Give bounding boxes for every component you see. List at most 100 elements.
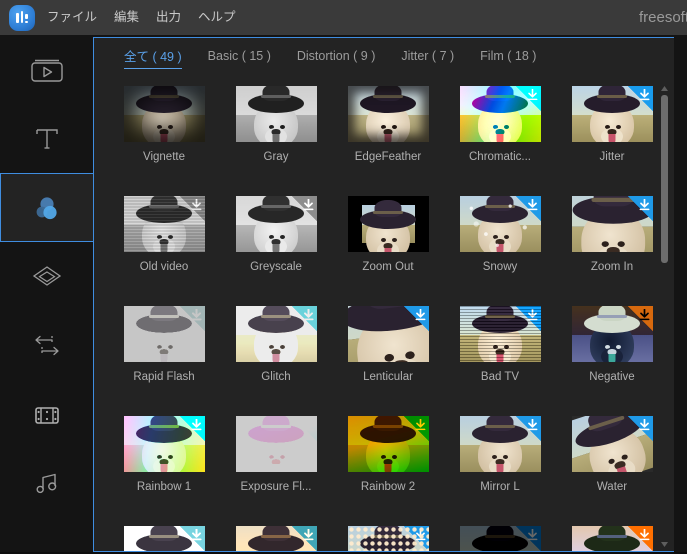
scrollbar-track[interactable] bbox=[661, 95, 668, 538]
effect-item[interactable]: Rainbow 1 bbox=[108, 411, 220, 521]
download-arrow-icon[interactable] bbox=[179, 306, 205, 331]
effect-label: Water bbox=[596, 481, 628, 493]
effect-item[interactable]: Water bbox=[556, 411, 655, 521]
download-arrow-icon[interactable] bbox=[291, 306, 317, 331]
download-arrow-icon[interactable] bbox=[291, 416, 317, 441]
sidebar-item-elements[interactable] bbox=[0, 380, 93, 449]
effect-item[interactable]: Rapid Flash bbox=[108, 301, 220, 411]
effect-item[interactable] bbox=[444, 521, 556, 551]
menu-help[interactable]: ヘルプ bbox=[198, 0, 236, 35]
effect-item[interactable] bbox=[556, 521, 655, 551]
effects-scrollbar[interactable] bbox=[656, 82, 673, 551]
effect-item[interactable]: Zoom In bbox=[556, 191, 655, 301]
download-arrow-icon[interactable] bbox=[515, 416, 541, 441]
effect-thumbnail[interactable] bbox=[235, 86, 317, 142]
effect-thumbnail[interactable] bbox=[347, 86, 429, 142]
effect-thumbnail[interactable] bbox=[123, 416, 205, 472]
tab-jitter[interactable]: Jitter ( 7 ) bbox=[401, 49, 454, 66]
effect-thumbnail[interactable] bbox=[347, 526, 429, 551]
effect-thumbnail[interactable] bbox=[235, 306, 317, 362]
effect-item[interactable]: Rainbow 2 bbox=[332, 411, 444, 521]
download-arrow-icon[interactable] bbox=[179, 526, 205, 551]
effect-item[interactable] bbox=[220, 521, 332, 551]
layers-diamond-icon bbox=[32, 265, 61, 286]
effect-item[interactable]: Bad TV bbox=[444, 301, 556, 411]
effect-thumbnail[interactable] bbox=[459, 416, 541, 472]
effect-thumbnail[interactable] bbox=[347, 196, 429, 252]
download-arrow-icon[interactable] bbox=[291, 196, 317, 221]
left-sidebar bbox=[0, 35, 93, 554]
download-arrow-icon[interactable] bbox=[403, 526, 429, 551]
sidebar-item-effects[interactable] bbox=[0, 173, 93, 242]
effect-thumbnail[interactable] bbox=[347, 416, 429, 472]
brand-watermark: freesoft bbox=[638, 9, 687, 26]
download-arrow-icon[interactable] bbox=[515, 526, 541, 551]
sidebar-item-transitions[interactable] bbox=[0, 242, 93, 311]
sidebar-item-split[interactable] bbox=[0, 311, 93, 380]
effect-item[interactable]: Greyscale bbox=[220, 191, 332, 301]
effect-thumbnail[interactable] bbox=[123, 86, 205, 142]
effect-item[interactable]: Exposure Fl... bbox=[220, 411, 332, 521]
download-arrow-icon[interactable] bbox=[627, 86, 653, 111]
effect-thumbnail[interactable] bbox=[235, 526, 317, 551]
scrollbar-thumb[interactable] bbox=[661, 95, 668, 264]
effect-item[interactable]: Vignette bbox=[108, 81, 220, 191]
effect-item[interactable]: EdgeFeather bbox=[332, 81, 444, 191]
download-arrow-icon[interactable] bbox=[291, 526, 317, 551]
effect-thumbnail[interactable] bbox=[571, 526, 653, 551]
effect-item[interactable]: Zoom Out bbox=[332, 191, 444, 301]
effect-thumbnail[interactable] bbox=[123, 306, 205, 362]
download-arrow-icon[interactable] bbox=[403, 416, 429, 441]
download-arrow-icon[interactable] bbox=[515, 306, 541, 331]
effect-thumbnail[interactable] bbox=[459, 526, 541, 551]
menu-edit[interactable]: 編集 bbox=[114, 0, 139, 35]
sidebar-item-media[interactable] bbox=[0, 35, 93, 104]
download-arrow-icon[interactable] bbox=[179, 196, 205, 221]
effect-item[interactable]: Chromatic... bbox=[444, 81, 556, 191]
effect-item[interactable]: Gray bbox=[220, 81, 332, 191]
menu-bar: ファイル 編集 出力 ヘルプ bbox=[47, 0, 236, 35]
tab-film[interactable]: Film ( 18 ) bbox=[480, 49, 536, 66]
effect-label: Glitch bbox=[261, 371, 291, 383]
download-arrow-icon[interactable] bbox=[627, 416, 653, 441]
effect-item[interactable]: Old video bbox=[108, 191, 220, 301]
download-arrow-icon[interactable] bbox=[627, 526, 653, 551]
effect-thumbnail[interactable] bbox=[235, 416, 317, 472]
effect-thumbnail[interactable] bbox=[571, 416, 653, 472]
effect-thumbnail[interactable] bbox=[459, 86, 541, 142]
effect-thumbnail[interactable] bbox=[235, 196, 317, 252]
download-arrow-icon[interactable] bbox=[403, 306, 429, 331]
download-arrow-icon[interactable] bbox=[179, 416, 205, 441]
effect-item[interactable]: Mirror L bbox=[444, 411, 556, 521]
sidebar-item-text[interactable] bbox=[0, 104, 93, 173]
download-arrow-icon[interactable] bbox=[627, 196, 653, 221]
effect-item[interactable]: Negative bbox=[556, 301, 655, 411]
effect-item[interactable]: Jitter bbox=[556, 81, 655, 191]
download-arrow-icon[interactable] bbox=[515, 86, 541, 111]
effect-label: Old video bbox=[139, 261, 189, 273]
effect-item[interactable] bbox=[108, 521, 220, 551]
effect-thumbnail[interactable] bbox=[347, 306, 429, 362]
download-arrow-icon[interactable] bbox=[627, 306, 653, 331]
effect-item[interactable]: Snowy bbox=[444, 191, 556, 301]
download-arrow-icon[interactable] bbox=[515, 196, 541, 221]
effect-thumbnail[interactable] bbox=[459, 196, 541, 252]
effect-thumbnail[interactable] bbox=[571, 196, 653, 252]
effect-thumbnail[interactable] bbox=[571, 306, 653, 362]
tab-distortion[interactable]: Distortion ( 9 ) bbox=[297, 49, 376, 66]
scroll-down-arrow-icon[interactable] bbox=[656, 538, 673, 551]
menu-export[interactable]: 出力 bbox=[156, 0, 181, 35]
effect-thumbnail[interactable] bbox=[459, 306, 541, 362]
scroll-up-arrow-icon[interactable] bbox=[656, 82, 673, 95]
effect-item[interactable]: Glitch bbox=[220, 301, 332, 411]
effect-label: Lenticular bbox=[363, 371, 413, 383]
sidebar-item-audio[interactable] bbox=[0, 449, 93, 518]
effect-thumbnail[interactable] bbox=[571, 86, 653, 142]
menu-file[interactable]: ファイル bbox=[47, 0, 97, 35]
tab-basic[interactable]: Basic ( 15 ) bbox=[208, 49, 271, 66]
effect-item[interactable]: Lenticular bbox=[332, 301, 444, 411]
effect-thumbnail[interactable] bbox=[123, 196, 205, 252]
effect-item[interactable] bbox=[332, 521, 444, 551]
effect-thumbnail[interactable] bbox=[123, 526, 205, 551]
tab-all[interactable]: 全て ( 49 ) bbox=[124, 46, 182, 69]
